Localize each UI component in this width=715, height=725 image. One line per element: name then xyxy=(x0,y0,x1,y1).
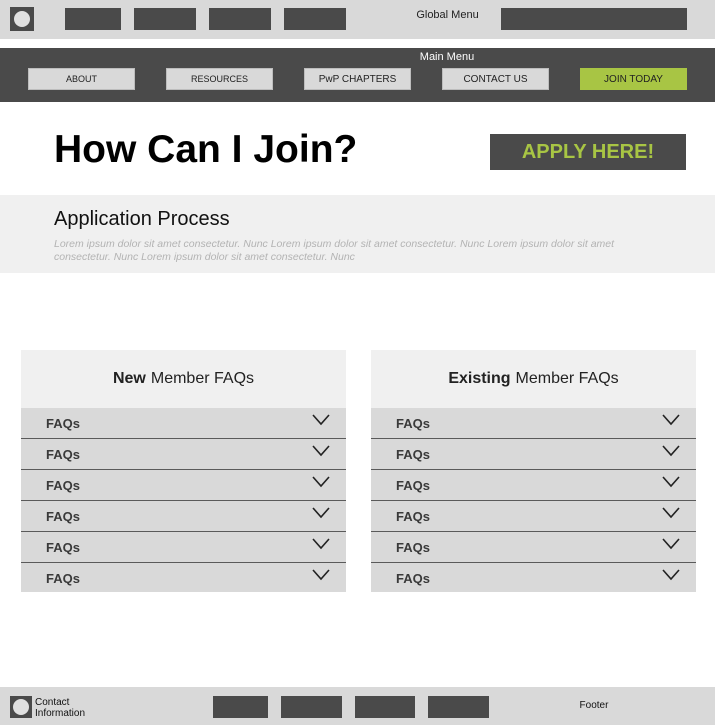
faq-list: FAQs FAQs FAQs FAQs FAQs FAQs xyxy=(371,408,696,592)
faq-item[interactable]: FAQs xyxy=(371,532,696,563)
faq-title-rest: Member FAQs xyxy=(150,370,255,387)
footer-link-2[interactable] xyxy=(281,696,342,718)
faq-label: FAQs xyxy=(46,509,80,524)
page-title: How Can I Join? xyxy=(54,128,358,171)
nav-about-button[interactable]: ABOUT xyxy=(28,68,135,90)
nav-chapters-button[interactable]: PwP CHAPTERS xyxy=(304,68,411,90)
faq-label: FAQs xyxy=(46,571,80,586)
faq-title-rest: Member FAQs xyxy=(515,370,619,387)
chevron-down-icon[interactable] xyxy=(662,476,680,488)
new-member-faq-header: New Member FAQs xyxy=(21,350,346,408)
nav-join-button[interactable]: JOIN TODAY xyxy=(580,68,687,90)
footer-contact-line: Contact xyxy=(35,697,70,708)
main-menu-label: Main Menu xyxy=(419,51,475,63)
chevron-down-icon[interactable] xyxy=(662,538,680,550)
faq-title-bold: Existing xyxy=(448,370,511,387)
faq-item[interactable]: FAQs xyxy=(371,408,696,439)
faq-item[interactable]: FAQs xyxy=(21,563,346,593)
faq-item[interactable]: FAQs xyxy=(371,501,696,532)
new-member-faq-panel: New Member FAQs FAQs FAQs FAQs FAQs FAQs… xyxy=(21,350,346,592)
chevron-down-icon[interactable] xyxy=(312,445,330,457)
process-text: Lorem ipsum dolor sit amet consectetur. … xyxy=(54,238,615,263)
global-menu-item-3[interactable] xyxy=(209,8,271,30)
chevron-down-icon[interactable] xyxy=(312,414,330,426)
footer-contact-line: Information xyxy=(35,708,86,719)
faq-item[interactable]: FAQs xyxy=(21,439,346,470)
faq-item[interactable]: FAQs xyxy=(21,470,346,501)
faq-label: FAQs xyxy=(396,540,430,555)
faq-label: FAQs xyxy=(46,540,80,555)
faq-label: FAQs xyxy=(396,447,430,462)
global-menu-item-2[interactable] xyxy=(134,8,196,30)
faq-item[interactable]: FAQs xyxy=(371,563,696,593)
chevron-down-icon[interactable] xyxy=(662,507,680,519)
faq-list: FAQs FAQs FAQs FAQs FAQs FAQs xyxy=(21,408,346,592)
faq-item[interactable]: FAQs xyxy=(371,439,696,470)
faq-label: FAQs xyxy=(396,478,430,493)
global-menu-item-4[interactable] xyxy=(284,8,346,30)
existing-member-faq-header: Existing Member FAQs xyxy=(371,350,696,408)
global-search-bar[interactable] xyxy=(501,8,687,30)
chevron-down-icon[interactable] xyxy=(312,569,330,581)
faq-item[interactable]: FAQs xyxy=(21,532,346,563)
chevron-down-icon[interactable] xyxy=(312,476,330,488)
footer-link-3[interactable] xyxy=(355,696,415,718)
existing-member-faq-panel: Existing Member FAQs FAQs FAQs FAQs FAQs… xyxy=(371,350,696,592)
faq-item[interactable]: FAQs xyxy=(371,470,696,501)
faq-label: FAQs xyxy=(396,571,430,586)
faq-label: FAQs xyxy=(46,447,80,462)
chevron-down-icon[interactable] xyxy=(312,507,330,519)
apply-button[interactable]: APPLY HERE! xyxy=(490,134,686,170)
chevron-down-icon[interactable] xyxy=(312,538,330,550)
chevron-down-icon[interactable] xyxy=(662,445,680,457)
faq-title-bold: New xyxy=(112,370,146,387)
faq-label: FAQs xyxy=(46,416,80,431)
footer-logo-icon[interactable] xyxy=(10,696,32,718)
footer-link-4[interactable] xyxy=(428,696,489,718)
global-menu-item-1[interactable] xyxy=(65,8,121,30)
nav-contact-button[interactable]: CONTACT US xyxy=(442,68,549,90)
faq-item[interactable]: FAQs xyxy=(21,501,346,532)
faq-item[interactable]: FAQs xyxy=(21,408,346,439)
logo-icon[interactable] xyxy=(10,7,34,31)
footer-contact-info[interactable]: Contact Information xyxy=(35,697,85,719)
faq-label: FAQs xyxy=(396,509,430,524)
chevron-down-icon[interactable] xyxy=(662,414,680,426)
chevron-down-icon[interactable] xyxy=(662,569,680,581)
faq-label: FAQs xyxy=(396,416,430,431)
nav-resources-button[interactable]: RESOURCES xyxy=(166,68,273,90)
faq-label: FAQs xyxy=(46,478,80,493)
footer-link-1[interactable] xyxy=(213,696,268,718)
footer-label: Footer xyxy=(579,700,609,711)
process-title: Application Process xyxy=(54,208,230,230)
global-menu-label: Global Menu xyxy=(416,9,479,21)
